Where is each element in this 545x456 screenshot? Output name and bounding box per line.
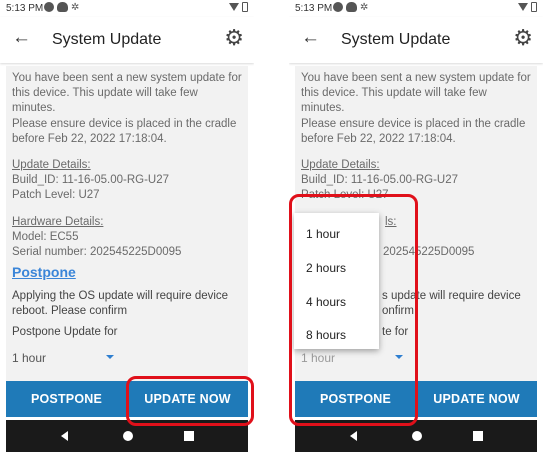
duration-select[interactable]: 1 hour [12,351,116,369]
settings-status-icon: ✲ [360,2,369,13]
reboot-note: Applying the OS update will require devi… [12,290,229,317]
notification-icon [44,2,54,12]
right-screen: 5:13 PM ✲ ← System Update ⚙ You have bee… [289,0,543,456]
arrow-left-icon[interactable]: ← [12,27,31,49]
intro-text: You have been sent a new system update f… [301,72,531,114]
hardware-details-label: Hardware Details: [12,216,104,228]
nav-back-icon[interactable] [350,431,357,441]
status-bar: 5:13 PM ✲ [289,0,543,17]
battery-icon [531,2,537,12]
left-screen: 5:13 PM ✲ ← System Update ⚙ You have bee… [0,0,254,456]
wifi-icon [229,3,239,11]
gear-icon[interactable]: ⚙ [513,26,533,50]
battery-icon [242,2,248,12]
page-title: System Update [341,31,451,48]
nav-recents-icon[interactable] [184,431,194,441]
status-time: 5:13 PM [295,3,333,14]
update-details-label: Update Details: [12,159,91,171]
serial-number: Serial number: 202545225D0095 [12,246,182,258]
arrow-left-icon[interactable]: ← [301,27,320,49]
duration-value: 1 hour [12,351,47,365]
status-time: 5:13 PM [6,3,44,14]
update-now-highlight [126,376,254,426]
cradle-text: Please ensure device is placed in the cr… [12,118,237,145]
update-content: You have been sent a new system update f… [6,66,248,390]
cloud-icon [346,2,357,12]
gear-icon[interactable]: ⚙ [224,26,244,50]
settings-status-icon: ✲ [71,2,80,13]
cradle-text: Please ensure device is placed in the cr… [301,118,526,145]
postpone-button[interactable]: POSTPONE [6,381,127,417]
postpone-for-label: Postpone Update for [12,326,118,338]
notification-icon [333,2,343,12]
page-title: System Update [52,31,162,48]
postpone-link[interactable]: Postpone [12,264,76,280]
status-bar: 5:13 PM ✲ [0,0,254,17]
wifi-icon [518,3,528,11]
app-bar: ← System Update ⚙ [289,17,543,63]
nav-back-icon[interactable] [61,431,68,441]
build-id: Build_ID: 11-16-05.00-RG-U27 [301,174,459,186]
model: Model: EC55 [12,231,79,243]
update-now-button[interactable]: UPDATE NOW [416,381,537,417]
update-details-label: Update Details: [301,159,380,171]
cloud-icon [57,2,68,12]
nav-home-icon[interactable] [412,431,422,441]
build-id: Build_ID: 11-16-05.00-RG-U27 [12,174,170,186]
patch-level: Patch Level: U27 [12,189,100,201]
intro-text: You have been sent a new system update f… [12,72,242,114]
nav-recents-icon[interactable] [473,431,483,441]
dropdown-highlight [289,194,418,426]
app-bar: ← System Update ⚙ [0,17,254,63]
dropdown-caret-icon [106,355,114,359]
nav-home-icon[interactable] [123,431,133,441]
